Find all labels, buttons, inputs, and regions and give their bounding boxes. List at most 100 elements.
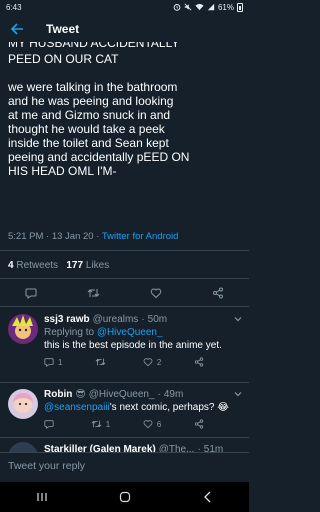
avatar[interactable] <box>8 442 38 452</box>
reply-time: 51m <box>203 444 224 452</box>
tweet-time: 5:21 PM <box>8 231 44 242</box>
replying-to-handle[interactable]: @HiveQueen_ <box>97 327 163 338</box>
divider <box>0 437 249 438</box>
alarm-icon <box>173 4 181 11</box>
status-icons: 61% <box>173 2 243 12</box>
reply-author-handle[interactable]: @The... <box>159 444 195 452</box>
clock: 6:43 <box>6 2 22 12</box>
retweet-button[interactable] <box>95 357 110 367</box>
reply-body: Starkiller (Galen Marek) @The... · 51m <box>44 444 243 452</box>
header: Tweet <box>0 16 249 42</box>
recent-apps-icon <box>36 493 47 501</box>
status-bar: 6:43 61% <box>0 0 249 14</box>
reply-body: ssj3 rawb @urealms · 50m Replying to @Hi… <box>44 314 243 367</box>
reply-time: 49m <box>163 389 184 400</box>
reply-author-name[interactable]: Starkiller (Galen Marek) <box>44 444 156 452</box>
reply-author-name[interactable]: ssj3 rawb <box>44 314 90 325</box>
home-icon <box>119 491 130 503</box>
reply-item[interactable]: ssj3 rawb @urealms · 50m Replying to @Hi… <box>0 310 249 382</box>
heart-icon <box>143 420 153 429</box>
tweet-meta: 5:21 PM · 13 Jan 20 · Twitter for Androi… <box>8 231 179 242</box>
like-button[interactable]: 6 <box>143 419 161 429</box>
likes-label: Likes <box>85 260 110 271</box>
reply-actions: 1 6 <box>44 419 204 429</box>
tweet-line-break <box>8 66 244 80</box>
system-nav-bar <box>0 482 249 512</box>
retweet-button[interactable]: 1 <box>91 419 110 429</box>
avatar[interactable] <box>8 314 38 344</box>
reply-count: 1 <box>58 357 63 367</box>
wifi-icon <box>195 3 204 11</box>
reply-header: Starkiller (Galen Marek) @The... · 51m <box>44 444 243 452</box>
tweet-line: inside the toilet and Sean kept <box>8 136 169 150</box>
retweet-button[interactable] <box>87 287 100 299</box>
divider <box>0 278 249 279</box>
page-title: Tweet <box>46 22 80 36</box>
tweet-text: MY HUSBAND ACCIDENTALLY PEED ON OUR CAT … <box>8 42 244 178</box>
share-button[interactable] <box>194 419 204 429</box>
avatar[interactable] <box>8 389 38 419</box>
battery-icon <box>237 2 243 12</box>
reply-author-handle[interactable]: @HiveQueen_ <box>89 389 155 400</box>
system-back-button[interactable] <box>193 487 223 507</box>
reply-text-body: 's next comic, perhaps? 😂 <box>109 402 229 413</box>
tweet-actions <box>0 284 249 302</box>
retweets-count: 4 <box>8 260 14 271</box>
replying-to-prefix: Replying to <box>44 327 97 338</box>
reply-header: ssj3 rawb @urealms · 50m <box>44 314 168 325</box>
reply-compose-input[interactable]: Tweet your reply <box>0 452 249 480</box>
retweet-icon <box>95 358 106 366</box>
like-button[interactable]: 2 <box>143 357 161 367</box>
reply-icon <box>25 288 37 299</box>
tweet-source-link[interactable]: Twitter for Android <box>102 231 179 242</box>
tweet-text-clipped-line: MY HUSBAND ACCIDENTALLY <box>8 42 180 50</box>
retweet-count: 1 <box>105 419 111 429</box>
heart-icon <box>143 358 153 367</box>
reply-author-name[interactable]: Robin <box>44 389 72 400</box>
chevron-down-icon[interactable] <box>233 389 243 399</box>
tweet-date: 13 Jan 20 <box>51 231 94 242</box>
reply-mention[interactable]: @seansenpaiii <box>44 402 110 413</box>
reply-actions: 1 2 <box>44 357 204 367</box>
reply-button[interactable]: 1 <box>44 357 62 367</box>
divider <box>0 250 249 251</box>
recent-apps-button[interactable] <box>27 487 57 507</box>
like-count: 6 <box>156 419 162 429</box>
tweet-line: HIS HEAD OML I'M- <box>8 164 117 178</box>
replying-to: Replying to @HiveQueen_ <box>44 327 243 338</box>
share-icon <box>194 419 204 429</box>
likes-stat[interactable]: 177 Likes <box>66 260 109 271</box>
reply-item[interactable]: Starkiller (Galen Marek) @The... · 51m <box>0 440 249 452</box>
reply-icon <box>44 358 54 367</box>
tweet-line: peeing and accidentally pEED ON <box>8 150 190 164</box>
retweets-stat[interactable]: 4 Retweets <box>8 260 58 271</box>
reply-icon <box>44 420 54 429</box>
back-button[interactable] <box>10 22 24 36</box>
like-button[interactable] <box>150 287 162 299</box>
back-arrow-icon <box>10 23 23 35</box>
share-icon <box>213 287 223 299</box>
share-icon <box>194 357 204 367</box>
chevron-left-icon <box>203 491 210 503</box>
home-button[interactable] <box>110 487 140 507</box>
share-button[interactable] <box>212 287 224 299</box>
share-button[interactable] <box>194 357 204 367</box>
battery-percent: 61% <box>217 2 234 12</box>
reply-button[interactable] <box>25 287 37 299</box>
reply-button[interactable] <box>44 419 58 429</box>
reply-time: 50m <box>147 314 168 325</box>
tweet-line: we were talking in the bathroom <box>8 80 178 94</box>
reply-text: @seansenpaiii's next comic, perhaps? 😂 <box>44 402 243 413</box>
tweet-line: thought he would take a peek <box>8 122 165 136</box>
heart-icon <box>150 288 162 299</box>
reply-item[interactable]: Robin 😎 @HiveQueen_ · 49m @seansenpaiii'… <box>0 385 249 435</box>
tweet-line: at me and Gizmo snuck in and <box>8 108 171 122</box>
chevron-down-icon[interactable] <box>233 314 243 324</box>
reply-header: Robin 😎 @HiveQueen_ · 49m <box>44 389 184 400</box>
retweet-icon <box>91 420 102 428</box>
divider <box>0 382 249 383</box>
tweet-line: and he was peeing and looking <box>8 94 174 108</box>
reply-text: this is the best episode in the anime ye… <box>44 340 222 351</box>
reply-author-handle[interactable]: @urealms <box>93 314 139 325</box>
reply-author-emoji: 😎 <box>75 389 86 400</box>
